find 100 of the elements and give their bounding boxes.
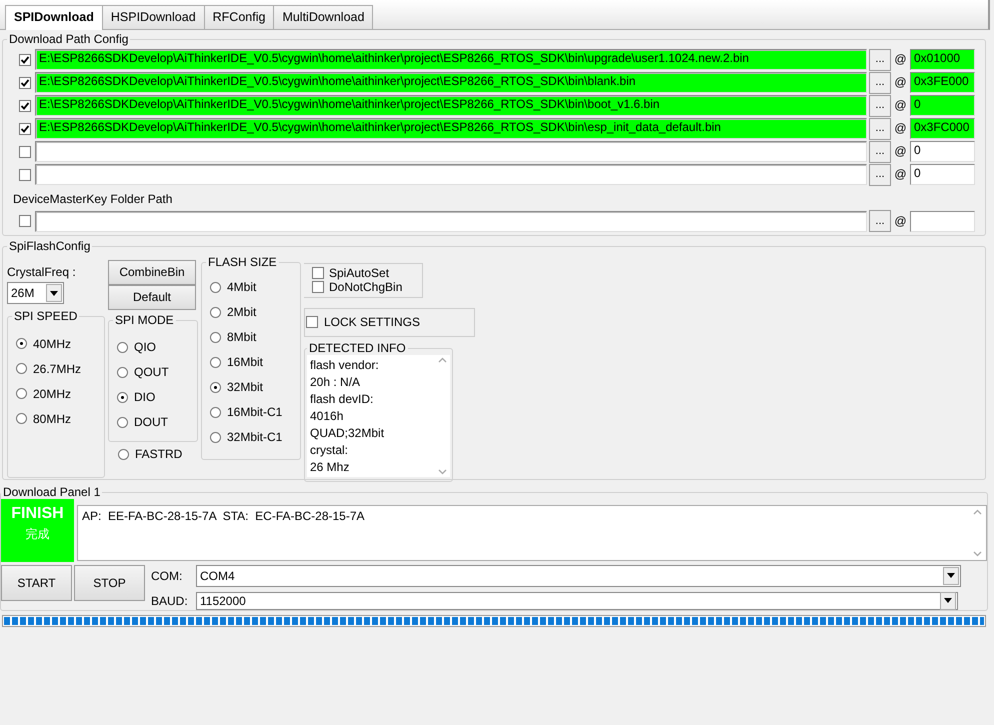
info-line: flash vendor: xyxy=(310,356,380,374)
log-text: AP: EE-FA-BC-28-15-7A STA: EC-FA-BC-28-15-7A xyxy=(82,508,365,525)
action-button[interactable]: CombineBin xyxy=(108,260,196,285)
address-field[interactable]: 0x3FE000 xyxy=(910,72,975,94)
group-title: DETECTED INFO xyxy=(308,342,407,355)
checkbox[interactable] xyxy=(19,76,31,89)
select-value: 26M xyxy=(10,286,34,300)
tab[interactable]: MultiDownload xyxy=(273,5,374,29)
select-value: COM4 xyxy=(199,568,235,583)
checkbox[interactable] xyxy=(19,122,31,135)
browse-button[interactable]: ... xyxy=(869,210,891,232)
radio-button[interactable] xyxy=(117,342,128,353)
checkbox[interactable] xyxy=(19,54,31,66)
radio-button[interactable] xyxy=(210,282,221,293)
scroll-up-icon[interactable] xyxy=(438,356,447,363)
at-sign: @ xyxy=(893,75,908,90)
action-button[interactable]: Default xyxy=(108,284,196,310)
info-line: 20h : N/A xyxy=(310,374,362,391)
checkbox[interactable] xyxy=(19,146,31,158)
scroll-up-icon[interactable] xyxy=(973,508,982,515)
checkbox-label: SpiAutoSet xyxy=(329,266,390,280)
field-label: COM: xyxy=(151,568,184,583)
address-field[interactable]: 0x01000 xyxy=(910,49,975,70)
dropdown-arrow-icon[interactable] xyxy=(944,598,952,604)
group-title: SPI MODE xyxy=(114,314,175,327)
scroll-down-icon[interactable] xyxy=(438,468,447,475)
checkbox[interactable] xyxy=(306,316,318,328)
path-field[interactable]: E:\ESP8266SDKDevelop\AiThinkerIDE_V0.5\cygwin\home\aithinker\project\ESP8266_RTOS_SDK\bin\boot_v1.6.bin xyxy=(35,95,867,116)
scroll-down-icon[interactable] xyxy=(973,550,982,557)
address-field[interactable]: 0 xyxy=(910,141,975,162)
radio-label: 80MHz xyxy=(33,412,72,426)
radio-label: 8Mbit xyxy=(227,330,256,345)
browse-button[interactable]: ... xyxy=(869,48,891,71)
radio-label: 32Mbit xyxy=(227,380,264,395)
checkbox[interactable] xyxy=(312,281,324,294)
radio-button[interactable] xyxy=(210,306,221,318)
info-line: flash devID: xyxy=(310,390,374,408)
at-sign: @ xyxy=(893,121,908,136)
radio-button[interactable] xyxy=(117,366,128,378)
address-field[interactable]: 0 xyxy=(910,164,975,186)
radio-label: 32Mbit-C1 xyxy=(227,430,282,445)
address-field[interactable] xyxy=(910,210,975,232)
browse-button[interactable]: ... xyxy=(869,140,891,163)
baud-select[interactable]: 1152000 xyxy=(196,592,958,610)
radio-button[interactable] xyxy=(117,416,128,428)
checkbox-label: LOCK SETTINGS xyxy=(324,314,420,330)
tab[interactable]: SPIDownload xyxy=(5,5,103,30)
checkbox[interactable] xyxy=(19,168,31,181)
radio-button[interactable] xyxy=(16,413,27,424)
radio-button[interactable] xyxy=(118,448,129,460)
radio-label: 26.7MHz xyxy=(33,362,82,376)
checkbox[interactable] xyxy=(19,215,31,228)
browse-button[interactable]: ... xyxy=(869,118,891,140)
field-label: CrystalFreq : xyxy=(7,264,77,280)
checkbox[interactable] xyxy=(19,100,31,112)
dropdown-arrow-icon[interactable] xyxy=(947,573,955,578)
radio-label: 16Mbit xyxy=(227,355,264,370)
browse-button[interactable]: ... xyxy=(869,72,891,94)
radio-button[interactable] xyxy=(16,388,27,400)
path-field[interactable] xyxy=(35,164,867,186)
action-button[interactable]: STOP xyxy=(74,564,145,601)
group-title: SpiFlashConfig xyxy=(8,240,92,253)
tab[interactable]: RFConfig xyxy=(204,5,274,29)
at-sign: @ xyxy=(893,167,908,182)
checkbox-label: DoNotChgBin xyxy=(329,280,402,295)
action-button[interactable]: START xyxy=(1,564,72,601)
radio-button[interactable] xyxy=(117,392,128,403)
path-field[interactable]: E:\ESP8266SDKDevelop\AiThinkerIDE_V0.5\cygwin\home\aithinker\project\ESP8266_RTOS_SDK\bin\esp_init_data_default.bin xyxy=(35,118,867,140)
radio-button[interactable] xyxy=(210,406,221,418)
crystal-select[interactable]: 26M xyxy=(7,282,64,304)
address-field[interactable]: 0x3FC000 xyxy=(910,118,975,140)
radio-label: DIO xyxy=(134,390,156,405)
path-field[interactable] xyxy=(35,210,867,232)
info-line: crystal: xyxy=(310,442,350,459)
status-title: FINISH xyxy=(10,504,65,523)
at-sign: @ xyxy=(893,144,908,159)
radio-button[interactable] xyxy=(210,432,221,443)
dropdown-arrow-icon[interactable] xyxy=(50,290,58,296)
group-title: SPI SPEED xyxy=(13,310,78,324)
com-select[interactable]: COM4 xyxy=(196,564,961,587)
radio-label: QOUT xyxy=(134,365,169,380)
status-subtitle: 完成 xyxy=(24,526,50,542)
group-title: Download Path Config xyxy=(8,33,130,46)
at-sign: @ xyxy=(893,214,908,228)
radio-button[interactable] xyxy=(210,356,221,368)
radio-button[interactable] xyxy=(16,338,27,350)
radio-button[interactable] xyxy=(16,363,27,374)
path-field[interactable] xyxy=(35,141,867,162)
browse-button[interactable]: ... xyxy=(869,94,891,117)
info-line: QUAD;32Mbit xyxy=(310,424,384,442)
tab[interactable]: HSPIDownload xyxy=(102,5,205,29)
radio-label: 40MHz xyxy=(33,336,72,352)
checkbox[interactable] xyxy=(312,266,324,279)
path-field[interactable]: E:\ESP8266SDKDevelop\AiThinkerIDE_V0.5\cygwin\home\aithinker\project\ESP8266_RTOS_SDK\bin\blank.bin xyxy=(35,72,867,94)
path-field[interactable]: E:\ESP8266SDKDevelop\AiThinkerIDE_V0.5\cygwin\home\aithinker\project\ESP8266_RTOS_SDK\bin\upgrade\user1.1024.new.2.bin xyxy=(35,49,867,70)
address-field[interactable]: 0 xyxy=(910,95,975,116)
select-value: 1152000 xyxy=(199,594,246,608)
browse-button[interactable]: ... xyxy=(869,164,891,186)
radio-button[interactable] xyxy=(210,382,221,393)
radio-button[interactable] xyxy=(210,332,221,343)
